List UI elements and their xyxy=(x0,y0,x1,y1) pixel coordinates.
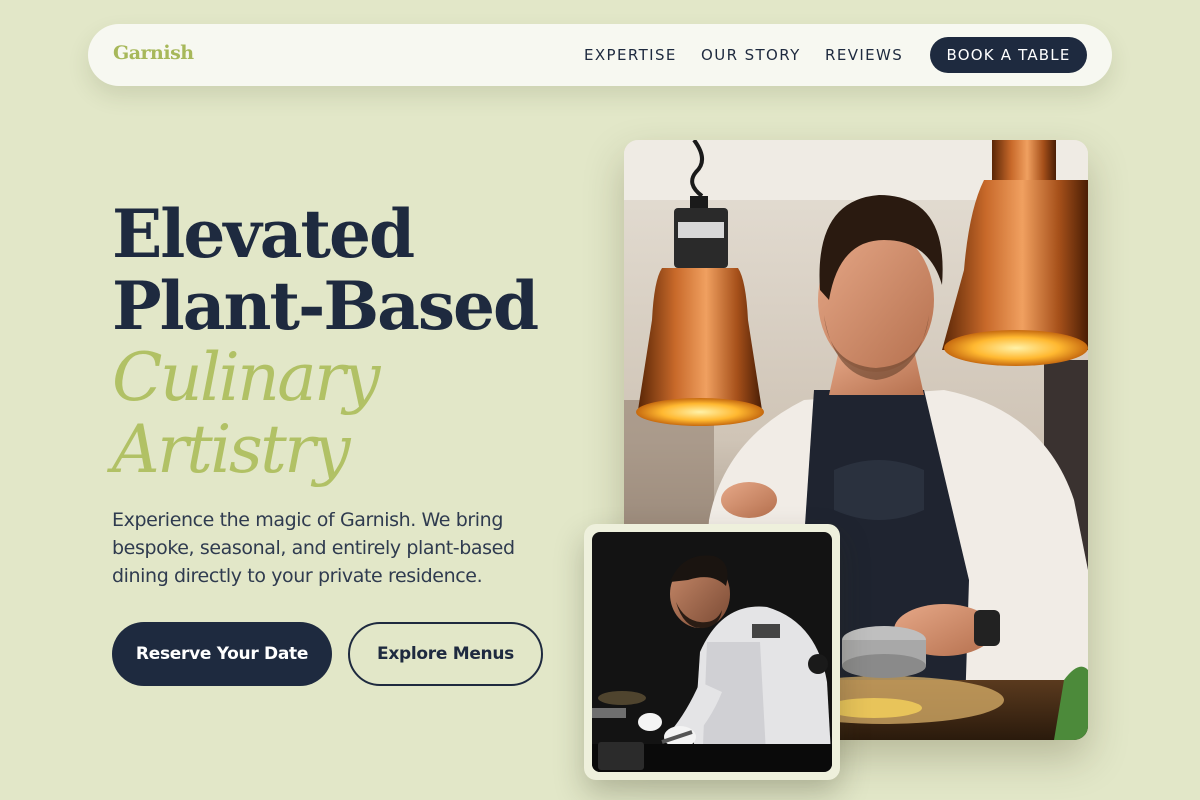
brand-logo[interactable]: Garnish xyxy=(113,42,194,64)
hero-accent-line-1: Culinary xyxy=(112,339,380,416)
hero-title: Elevated Plant-Based Culinary Artistry xyxy=(112,198,582,486)
nav-link-our-story[interactable]: OUR STORY xyxy=(701,46,801,64)
inset-photo-frame xyxy=(584,524,840,780)
hero-title-line-2: Plant-Based xyxy=(112,267,539,345)
reserve-date-button[interactable]: Reserve Your Date xyxy=(112,622,332,686)
hero-title-line-1: Elevated xyxy=(112,195,415,273)
nav-link-reviews[interactable]: REVIEWS xyxy=(825,46,903,64)
hero-description: Experience the magic of Garnish. We brin… xyxy=(112,509,515,587)
top-navbar: Garnish EXPERTISE OUR STORY REVIEWS BOOK… xyxy=(88,24,1112,86)
chef-plating-photo xyxy=(592,532,832,772)
chef-plating-illustration xyxy=(592,532,832,772)
explore-menus-button[interactable]: Explore Menus xyxy=(348,622,543,686)
book-table-button[interactable]: BOOK A TABLE xyxy=(930,37,1087,73)
hero-accent-line-2: Artistry xyxy=(112,411,351,488)
nav-link-expertise[interactable]: EXPERTISE xyxy=(584,46,677,64)
